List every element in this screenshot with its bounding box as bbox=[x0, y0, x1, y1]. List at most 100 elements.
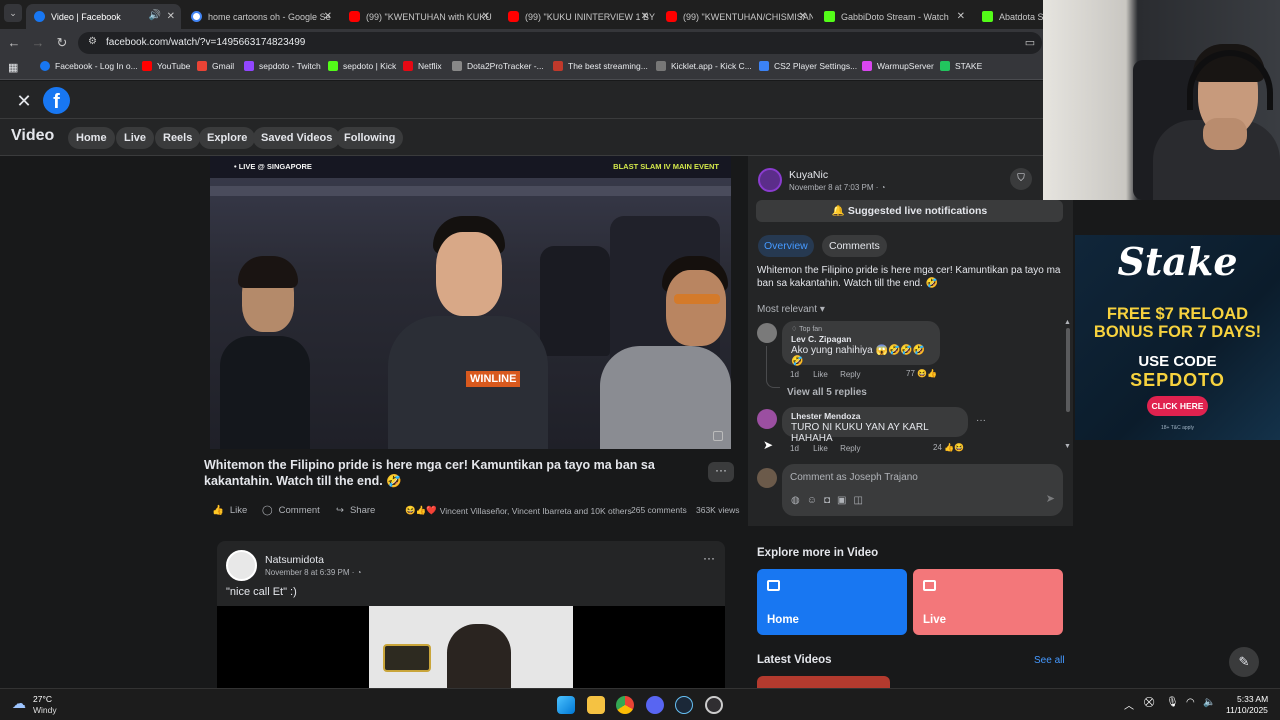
comments-scrollbar[interactable] bbox=[1066, 328, 1070, 412]
author-name[interactable]: Natsumidota bbox=[265, 554, 324, 566]
sort-comments-dropdown[interactable]: Most relevant ▾ bbox=[757, 304, 825, 315]
comment-reaction-count[interactable]: 77 😆👍 bbox=[906, 369, 937, 378]
close-icon[interactable]: ✕ bbox=[12, 89, 36, 113]
more-options-icon[interactable]: ··· bbox=[703, 551, 715, 565]
bookmark-cs2-settings[interactable]: CS2 Player Settings... bbox=[759, 61, 857, 71]
like-button[interactable]: 👍 Like bbox=[212, 505, 247, 516]
comment-reply-link[interactable]: Reply bbox=[840, 444, 860, 453]
sticker-icon[interactable]: ◫ bbox=[853, 495, 869, 506]
bookmark-dota2protracker[interactable]: Dota2ProTracker -... bbox=[452, 61, 544, 71]
bookmark-youtube[interactable]: YouTube bbox=[142, 61, 190, 71]
tab-search-icon[interactable]: ⌄ bbox=[4, 4, 22, 22]
close-tab-icon[interactable]: ✕ bbox=[641, 11, 649, 22]
volume-icon[interactable]: 🔈 bbox=[1203, 697, 1215, 708]
tab-overview[interactable]: Overview bbox=[758, 235, 814, 257]
view-replies-link[interactable]: View all 5 replies bbox=[787, 387, 867, 398]
comment-input[interactable]: Comment as Joseph Trajano bbox=[790, 472, 918, 483]
file-explorer-icon[interactable] bbox=[587, 696, 605, 714]
tab-youtube-3[interactable]: (99) "KWENTUHAN/CHISMISAN ✕ bbox=[658, 4, 813, 29]
nav-home[interactable]: Home bbox=[68, 127, 115, 149]
nav-reels[interactable]: Reels bbox=[155, 127, 201, 149]
bookmark-stake[interactable]: STAKE bbox=[940, 61, 982, 71]
post-video-area[interactable] bbox=[217, 606, 725, 688]
tray-chevron-icon[interactable]: ︿ bbox=[1124, 697, 1134, 712]
clock-time[interactable]: 5:33 AM bbox=[1237, 694, 1268, 704]
scroll-up-icon[interactable]: ▲ bbox=[1064, 319, 1071, 326]
tab-facebook-video[interactable]: Video | Facebook 🔊 ✕ bbox=[26, 4, 181, 29]
bookmark-streaming[interactable]: The best streaming... bbox=[553, 61, 648, 71]
reactions-summary[interactable]: 😆👍❤️ Vincent Villaseñor, Vincent Ibarret… bbox=[405, 505, 632, 516]
cast-icon[interactable]: ▭ bbox=[1020, 33, 1040, 53]
nav-saved-videos[interactable]: Saved Videos bbox=[253, 127, 341, 149]
gif-icon[interactable]: ▣ bbox=[837, 495, 853, 506]
clock-date[interactable]: 11/10/2025 bbox=[1226, 705, 1268, 715]
close-tab-icon[interactable]: ✕ bbox=[324, 11, 332, 22]
wifi-icon[interactable]: ◠ bbox=[1186, 697, 1195, 708]
explore-card-home[interactable]: Home bbox=[757, 569, 907, 635]
tab-kick-gabbidoto[interactable]: GabbiDoto Stream - Watch ✕ bbox=[816, 4, 971, 29]
close-tab-icon[interactable]: ✕ bbox=[957, 11, 965, 22]
more-options-button[interactable]: ··· bbox=[708, 462, 734, 482]
tab-kick-abatdota[interactable]: Abatdota Str bbox=[974, 4, 1044, 29]
author-avatar[interactable] bbox=[758, 168, 782, 192]
avatar-sticker-icon[interactable]: ◍ bbox=[791, 495, 807, 506]
close-tab-icon[interactable]: ✕ bbox=[167, 11, 175, 22]
bookmark-warmupserver[interactable]: WarmupServer bbox=[862, 61, 934, 71]
tab-google-search[interactable]: home cartoons oh - Google Se ✕ bbox=[183, 4, 338, 29]
address-bar[interactable]: ⚙ facebook.com/watch/?v=1495663174823499 bbox=[78, 32, 1042, 54]
commenter-avatar[interactable] bbox=[757, 323, 777, 343]
save-bookmark-icon[interactable]: ⛉ bbox=[1010, 168, 1032, 190]
comment-reply-link[interactable]: Reply bbox=[840, 370, 860, 379]
speaker-icon[interactable]: 🔊 bbox=[149, 10, 161, 21]
network-icon[interactable]: ⛒ bbox=[1144, 697, 1154, 708]
video-player[interactable]: • LIVE @ SINGAPORE BLAST SLAM IV MAIN EV… bbox=[210, 156, 731, 449]
back-arrow-icon[interactable]: ← bbox=[4, 33, 24, 53]
author-name[interactable]: KuyaNic bbox=[789, 169, 828, 181]
commenter-name[interactable]: Lhester Mendoza bbox=[791, 411, 959, 421]
nav-live[interactable]: Live bbox=[116, 127, 155, 149]
forward-arrow-icon[interactable]: → bbox=[28, 33, 48, 53]
nav-following[interactable]: Following bbox=[336, 127, 404, 149]
windows-start-icon[interactable] bbox=[557, 696, 575, 714]
compose-message-icon[interactable]: ✎ bbox=[1229, 647, 1259, 677]
facebook-logo-icon[interactable]: f bbox=[43, 87, 70, 114]
bookmark-kick[interactable]: sepdoto | Kick bbox=[328, 61, 396, 71]
microphone-icon[interactable]: 🎙 bbox=[1166, 697, 1179, 708]
apps-grid-icon[interactable]: ▦ bbox=[8, 61, 18, 74]
camera-icon[interactable]: ◘ bbox=[824, 495, 837, 506]
weather-temp[interactable]: 27°C bbox=[33, 694, 52, 704]
discord-icon[interactable] bbox=[646, 696, 664, 714]
close-tab-icon[interactable]: ✕ bbox=[482, 11, 490, 22]
bookmark-twitch[interactable]: sepdoto - Twitch bbox=[244, 61, 321, 71]
weather-icon[interactable]: ☁ bbox=[12, 695, 30, 713]
comment-options-icon[interactable]: ··· bbox=[976, 415, 986, 426]
suggested-notifications-button[interactable]: 🔔 Suggested live notifications bbox=[756, 200, 1063, 222]
see-all-link[interactable]: See all bbox=[1034, 655, 1065, 666]
author-avatar[interactable] bbox=[226, 550, 257, 581]
tab-comments[interactable]: Comments bbox=[822, 235, 887, 257]
comment-like-link[interactable]: Like bbox=[813, 370, 828, 379]
share-button[interactable]: ↪ Share bbox=[336, 505, 375, 516]
bookmark-facebook[interactable]: Facebook - Log In o... bbox=[40, 61, 138, 71]
comment-input-box[interactable]: Comment as Joseph Trajano ◍☺◘▣◫ ➤ bbox=[782, 464, 1063, 516]
latest-video-thumbnail[interactable] bbox=[757, 676, 890, 688]
stake-advertisement[interactable]: Stake FREE $7 RELOAD BONUS FOR 7 DAYS! U… bbox=[1075, 235, 1280, 440]
scroll-down-icon[interactable]: ▼ bbox=[1064, 443, 1071, 450]
site-info-icon[interactable]: ⚙ bbox=[88, 36, 97, 47]
obs-icon[interactable] bbox=[705, 696, 723, 714]
bookmark-gmail[interactable]: Gmail bbox=[197, 61, 234, 71]
comment-button[interactable]: ◯ Comment bbox=[262, 505, 320, 516]
send-icon[interactable]: ➤ bbox=[1046, 492, 1055, 505]
comment-like-link[interactable]: Like bbox=[813, 444, 828, 453]
explore-card-live[interactable]: Live bbox=[913, 569, 1063, 635]
commenter-avatar[interactable] bbox=[757, 409, 777, 429]
comment-reaction-count[interactable]: 24 👍😆 bbox=[933, 443, 964, 452]
close-tab-icon[interactable]: ✕ bbox=[799, 11, 807, 22]
chrome-icon[interactable] bbox=[616, 696, 634, 714]
ad-cta-button[interactable]: CLICK HERE bbox=[1147, 396, 1208, 416]
steam-icon[interactable] bbox=[675, 696, 693, 714]
bookmark-netflix[interactable]: Netflix bbox=[403, 61, 442, 71]
bookmark-kicklet[interactable]: Kicklet.app - Kick C... bbox=[656, 61, 752, 71]
reload-icon[interactable]: ↻ bbox=[52, 33, 72, 53]
emoji-icon[interactable]: ☺ bbox=[807, 495, 824, 506]
